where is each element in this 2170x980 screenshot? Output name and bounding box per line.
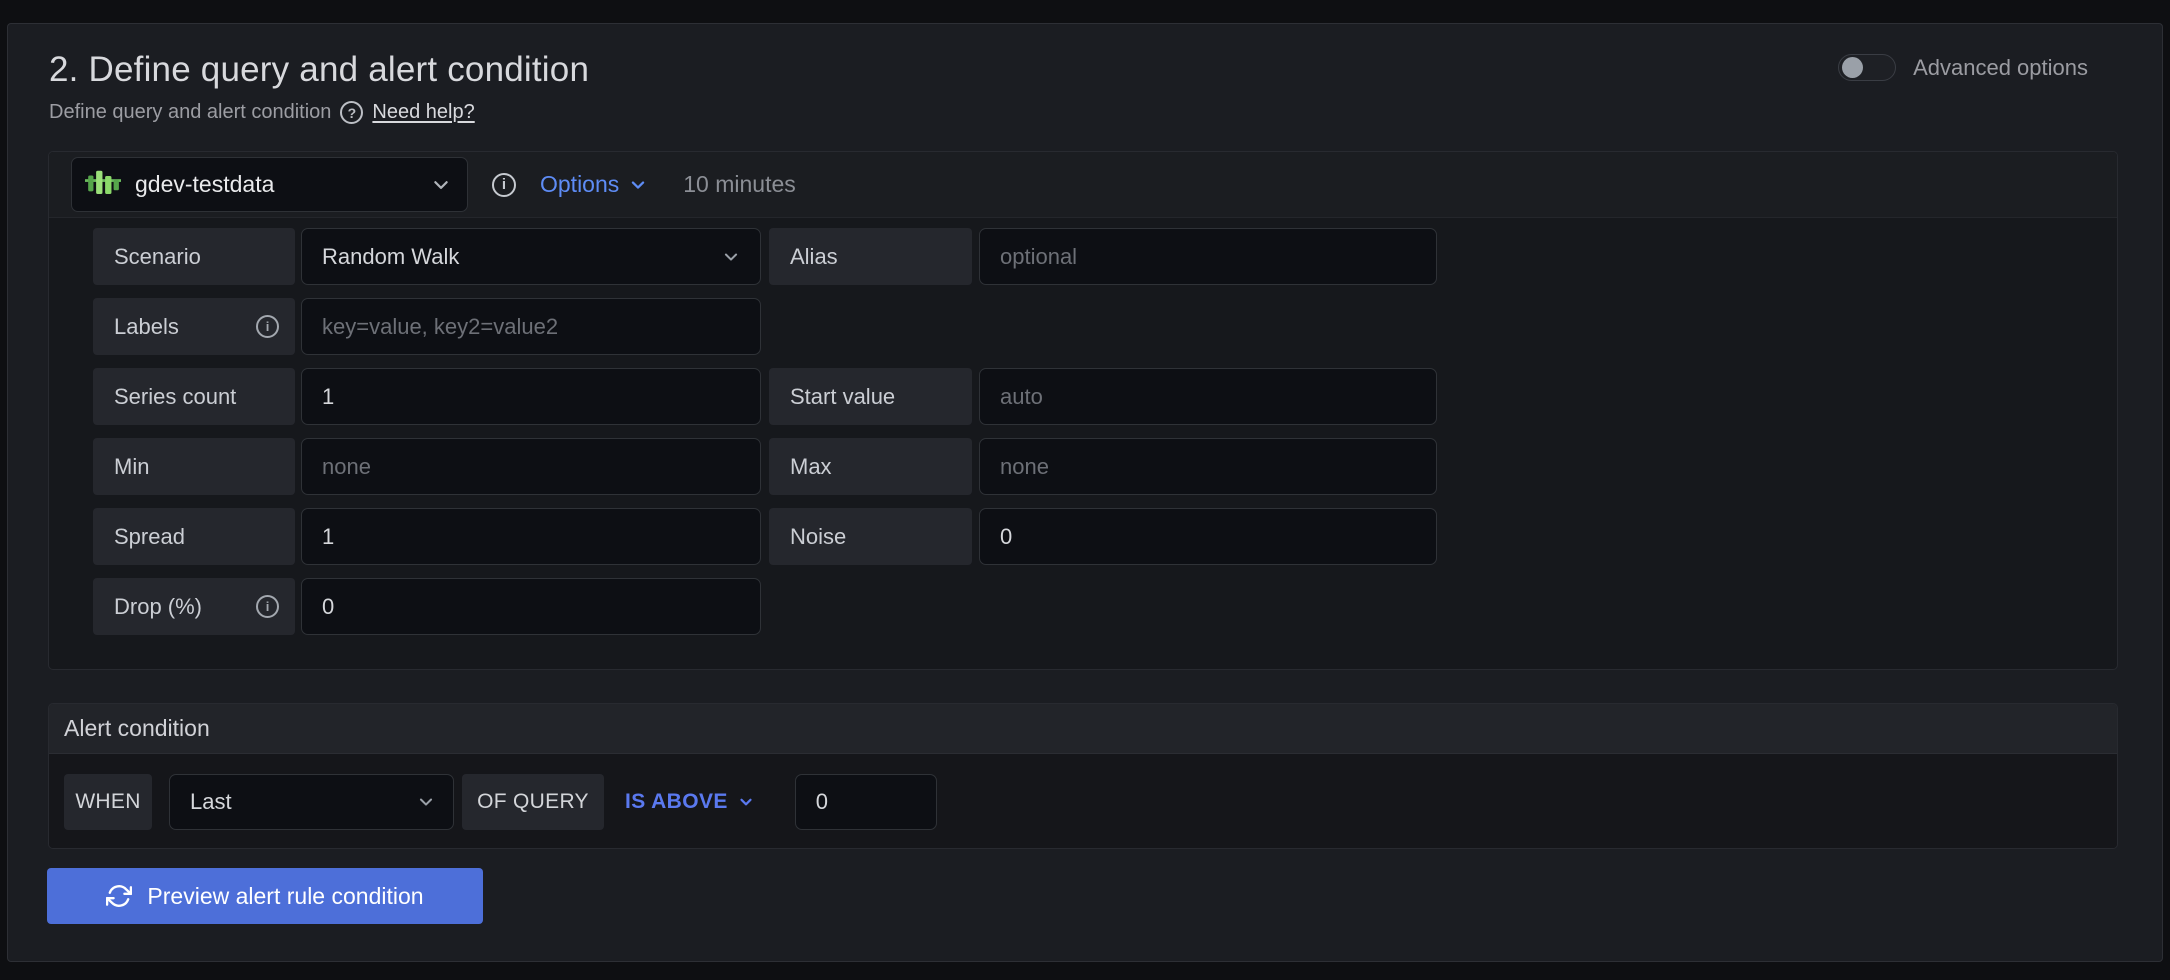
datasource-picker[interactable]: gdev-testdata	[71, 157, 468, 212]
min-label: Min	[93, 438, 295, 495]
scenario-label: Scenario	[93, 228, 295, 285]
noise-label: Noise	[769, 508, 972, 565]
max-input[interactable]	[979, 438, 1437, 495]
aggregation-select[interactable]: Last	[169, 774, 454, 830]
need-help-link[interactable]: Need help?	[372, 101, 474, 124]
evaluator-value: IS ABOVE	[625, 790, 728, 814]
series-count-label: Series count	[93, 368, 295, 425]
form-row-drop: Drop (%) i	[93, 578, 2117, 635]
subtitle-row: Define query and alert condition ? Need …	[49, 101, 475, 124]
refresh-icon	[106, 883, 132, 909]
advanced-options-label: Advanced options	[1913, 55, 2088, 81]
page-title: 2. Define query and alert condition	[49, 48, 589, 92]
form-row-series-count: Series count Start value	[93, 368, 2117, 425]
query-editor-header: gdev-testdata i Options 10 minutes	[49, 152, 2117, 218]
form-row-min-max: Min Max	[93, 438, 2117, 495]
of-query-label: OF QUERY	[462, 774, 604, 830]
query-editor: gdev-testdata i Options 10 minutes Scena…	[48, 151, 2118, 670]
advanced-options-toggle[interactable]	[1838, 54, 1896, 81]
form-row-spread-noise: Spread Noise	[93, 508, 2117, 565]
query-editor-body: Scenario Random Walk Alias Labels	[49, 218, 2117, 635]
alert-condition-section: Alert condition WHEN Last OF QUERY IS AB…	[48, 703, 2118, 849]
start-value-label: Start value	[769, 368, 972, 425]
drop-info-icon[interactable]: i	[256, 595, 279, 618]
preview-alert-rule-button[interactable]: Preview alert rule condition	[47, 868, 483, 924]
labels-input[interactable]	[301, 298, 761, 355]
drop-label: Drop (%) i	[93, 578, 295, 635]
form-row-labels: Labels i	[93, 298, 2117, 355]
alert-condition-header: Alert condition	[49, 704, 2117, 754]
alias-label: Alias	[769, 228, 972, 285]
preview-alert-rule-label: Preview alert rule condition	[147, 883, 423, 910]
query-info-icon[interactable]: i	[492, 173, 516, 197]
query-time-range: 10 minutes	[683, 171, 796, 198]
chevron-down-icon	[629, 176, 647, 194]
labels-info-icon[interactable]: i	[256, 315, 279, 338]
testdata-datasource-icon	[85, 167, 121, 203]
start-value-input[interactable]	[979, 368, 1437, 425]
datasource-name: gdev-testdata	[135, 171, 274, 198]
chevron-down-icon	[722, 248, 740, 266]
alert-condition-body: WHEN Last OF QUERY IS ABOVE	[49, 754, 2117, 849]
evaluator-select[interactable]: IS ABOVE	[625, 790, 754, 814]
spread-label: Spread	[93, 508, 295, 565]
alias-input[interactable]	[979, 228, 1437, 285]
when-label: WHEN	[64, 774, 152, 830]
threshold-input[interactable]	[795, 774, 937, 830]
define-query-panel: 2. Define query and alert condition Defi…	[7, 23, 2163, 962]
labels-label: Labels i	[93, 298, 295, 355]
advanced-options-group: Advanced options	[1838, 54, 2088, 81]
scenario-select[interactable]: Random Walk	[301, 228, 761, 285]
series-count-input[interactable]	[301, 368, 761, 425]
min-input[interactable]	[301, 438, 761, 495]
scenario-select-value: Random Walk	[322, 244, 459, 270]
query-options-link[interactable]: Options	[540, 171, 647, 198]
chevron-down-icon	[738, 794, 754, 810]
max-label: Max	[769, 438, 972, 495]
aggregation-value: Last	[190, 789, 232, 815]
chevron-down-icon	[431, 175, 451, 195]
options-label: Options	[540, 171, 619, 198]
drop-input[interactable]	[301, 578, 761, 635]
alert-condition-title: Alert condition	[64, 715, 210, 742]
toggle-knob	[1842, 57, 1863, 78]
help-circle-icon: ?	[340, 101, 363, 124]
form-row-scenario: Scenario Random Walk Alias	[93, 228, 2117, 285]
chevron-down-icon	[417, 793, 435, 811]
spread-input[interactable]	[301, 508, 761, 565]
noise-input[interactable]	[979, 508, 1437, 565]
page-subtitle: Define query and alert condition	[49, 101, 331, 124]
